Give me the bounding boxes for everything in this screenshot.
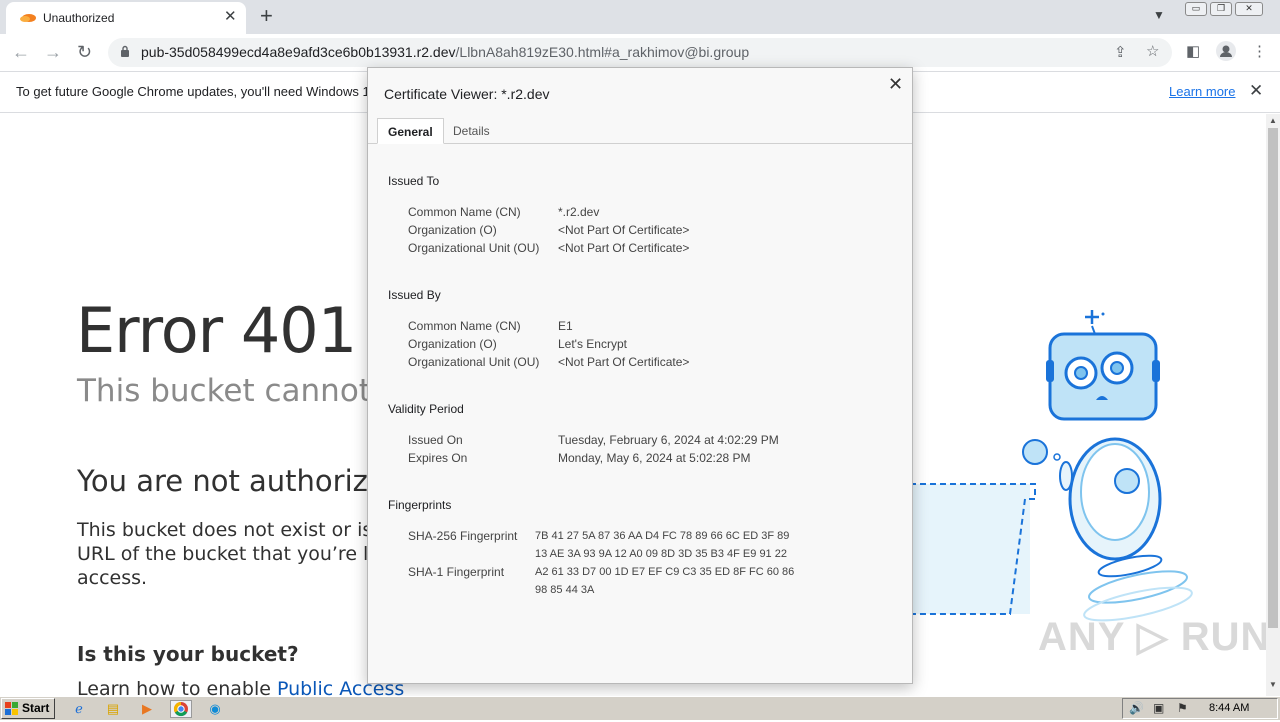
dialog-close-icon[interactable]: ✕: [888, 74, 903, 95]
issued-to-o-label: Organization (O): [408, 223, 497, 237]
issued-to-o-value: <Not Part Of Certificate>: [558, 223, 690, 237]
issued-to-ou-value: <Not Part Of Certificate>: [558, 241, 690, 255]
issued-by-heading: Issued By: [388, 288, 441, 302]
issued-by-cn-label: Common Name (CN): [408, 319, 521, 333]
tab-strip: Unauthorized ✕ + ▼ ▭ ❐ ✕: [0, 0, 1280, 34]
minimize-button[interactable]: ▭: [1185, 2, 1207, 16]
system-tray: 🔊 ▣ ⚑ 8:44 AM: [1122, 698, 1278, 719]
share-icon[interactable]: ⇪: [1114, 44, 1127, 62]
dialog-tabs: General Details: [368, 118, 912, 144]
network-icon[interactable]: ▣: [1153, 701, 1164, 715]
anyrun-watermark: ANY ▷ RUN: [1038, 615, 1266, 659]
volume-icon[interactable]: 🔊: [1129, 701, 1144, 715]
issued-by-ou-value: <Not Part Of Certificate>: [558, 355, 690, 369]
bucket-heading: Is this your bucket?: [77, 642, 299, 666]
expires-on-label: Expires On: [408, 451, 468, 465]
tab-close-icon[interactable]: ✕: [224, 8, 237, 26]
error-subtitle: This bucket cannot b: [77, 373, 401, 409]
infobar-message: To get future Google Chrome updates, you…: [16, 84, 377, 99]
address-bar[interactable]: pub-35d058499ecd4a8e9afd3ce6b0b13931.r2.…: [108, 38, 1172, 67]
tab-unauthorized[interactable]: Unauthorized ✕: [6, 2, 246, 34]
scroll-down-icon[interactable]: ▼: [1269, 680, 1277, 689]
bookmark-star-icon[interactable]: ☆: [1146, 43, 1159, 61]
side-panel-icon[interactable]: ◧: [1186, 43, 1200, 61]
window-close-button[interactable]: ✕: [1235, 2, 1263, 16]
certificate-viewer-dialog: Certificate Viewer: *.r2.dev ✕ General D…: [367, 67, 913, 684]
expires-on-value: Monday, May 6, 2024 at 5:02:28 PM: [558, 451, 751, 465]
sha256-label: SHA-256 Fingerprint: [408, 529, 518, 543]
page-scrollbar[interactable]: ▲ ▼: [1266, 114, 1280, 696]
forward-arrow-icon[interactable]: →: [44, 41, 62, 63]
issued-to-cn-value: *.r2.dev: [558, 205, 600, 219]
tab-search-icon[interactable]: ▼: [1153, 8, 1165, 22]
issued-on-label: Issued On: [408, 433, 463, 447]
error-code-heading: Error 401: [76, 294, 357, 367]
issued-on-value: Tuesday, February 6, 2024 at 4:02:29 PM: [558, 433, 779, 447]
internet-explorer-icon[interactable]: ℯ: [70, 700, 88, 718]
issued-by-o-value: Let's Encrypt: [558, 337, 627, 351]
issued-by-cn-value: E1: [558, 319, 573, 333]
tab-general[interactable]: General: [377, 118, 444, 144]
learn-prefix: Learn how to enable: [77, 678, 277, 696]
tab-details[interactable]: Details: [443, 118, 500, 144]
url-path: /LlbnA8ah819zE30.html#a_rakhimov@bi.grou…: [455, 44, 750, 60]
url-host: pub-35d058499ecd4a8e9afd3ce6b0b13931.r2.…: [141, 44, 456, 60]
sha1-value-line: 98 85 44 3A: [535, 584, 595, 596]
learn-public-access-line: Learn how to enable Public Access: [77, 678, 404, 696]
lock-icon: [121, 45, 129, 57]
scrollbar-thumb[interactable]: [1268, 128, 1278, 628]
start-button[interactable]: Start: [1, 698, 55, 719]
new-tab-button[interactable]: +: [260, 4, 273, 28]
sha256-value-line: 7B 41 27 5A 87 36 AA D4 FC 78 89 66 6C E…: [535, 530, 790, 542]
back-arrow-icon[interactable]: ←: [12, 41, 30, 63]
restore-button[interactable]: ❐: [1210, 2, 1232, 16]
profile-avatar-icon[interactable]: [1216, 41, 1236, 66]
fingerprints-heading: Fingerprints: [388, 498, 452, 512]
start-label: Start: [22, 701, 50, 715]
url-text: pub-35d058499ecd4a8e9afd3ce6b0b13931.r2.…: [141, 44, 749, 60]
taskbar-clock[interactable]: 8:44 AM: [1209, 702, 1249, 714]
menu-kebab-icon[interactable]: ⋮: [1252, 43, 1267, 61]
file-explorer-icon[interactable]: ▤: [104, 700, 122, 718]
media-player-icon[interactable]: ▶: [138, 700, 156, 718]
sha256-value-line: 13 AE 3A 93 9A 12 A0 09 8D 3D 35 B3 4F E…: [535, 548, 787, 560]
error-title: You are not authorize: [77, 464, 386, 498]
reload-icon[interactable]: ↻: [77, 41, 92, 63]
issued-to-cn-label: Common Name (CN): [408, 205, 521, 219]
windows-flag-icon: [5, 702, 18, 715]
sha1-value-line: A2 61 33 D7 00 1D E7 EF C9 C3 35 ED 8F F…: [535, 566, 795, 578]
issued-by-o-label: Organization (O): [408, 337, 497, 351]
issued-to-ou-label: Organizational Unit (OU): [408, 241, 540, 255]
dialog-title: Certificate Viewer: *.r2.dev: [384, 86, 550, 102]
windows-taskbar: Start ℯ ▤ ▶ ◉ 🔊 ▣ ⚑ 8:44 AM: [0, 696, 1280, 720]
cloudflare-favicon-icon: [20, 14, 36, 22]
scroll-up-icon[interactable]: ▲: [1269, 116, 1277, 125]
edge-icon[interactable]: ◉: [206, 700, 224, 718]
issued-to-heading: Issued To: [388, 174, 440, 188]
issued-by-ou-label: Organizational Unit (OU): [408, 355, 540, 369]
action-center-flag-icon[interactable]: ⚑: [1177, 701, 1188, 715]
validity-heading: Validity Period: [388, 402, 464, 416]
robot-illustration: [910, 310, 1193, 622]
tab-title: Unauthorized: [43, 11, 115, 25]
chrome-taskbar-icon[interactable]: [170, 700, 192, 718]
infobar-close-icon[interactable]: ✕: [1249, 81, 1263, 101]
sha1-label: SHA-1 Fingerprint: [408, 565, 505, 579]
learn-more-link[interactable]: Learn more: [1169, 84, 1235, 99]
